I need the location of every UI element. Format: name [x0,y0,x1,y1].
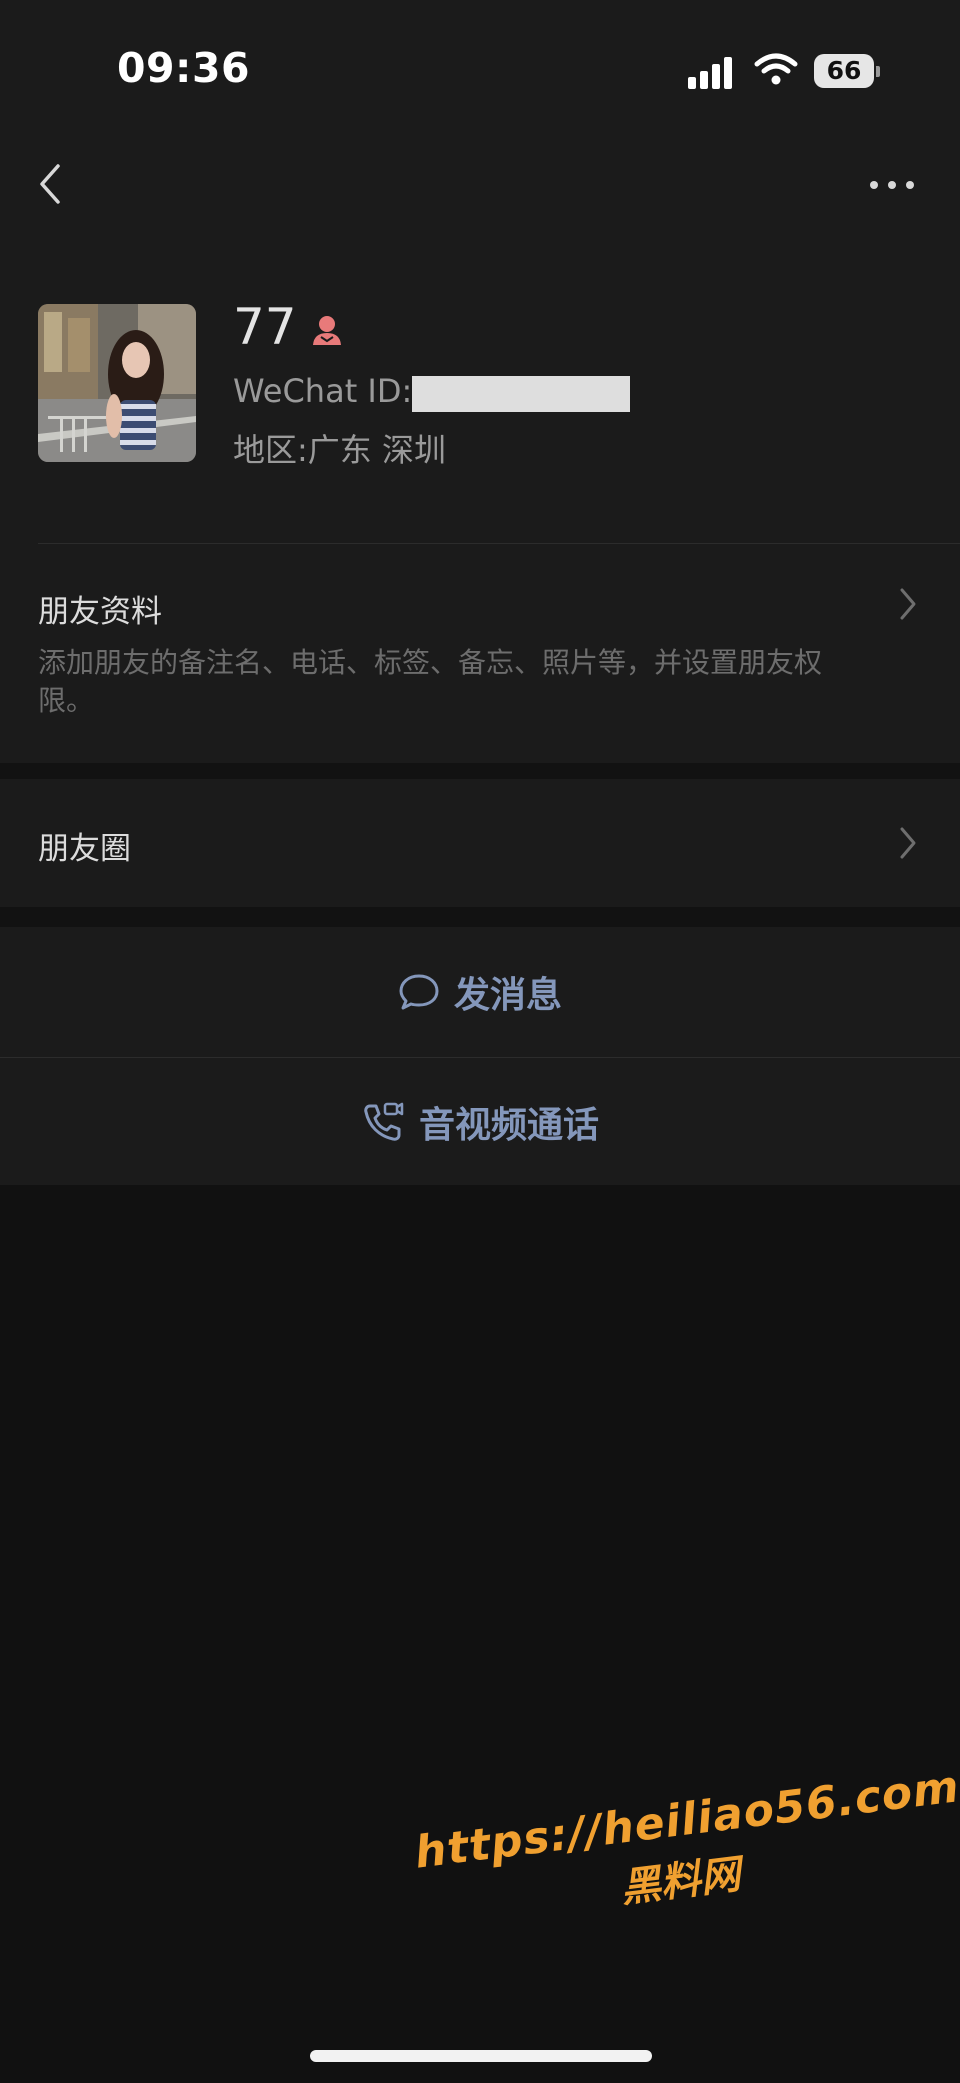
home-indicator[interactable] [310,2050,652,2062]
battery-icon: 66 [814,54,874,88]
signal-icon [688,55,736,89]
send-message-label: 发消息 [453,975,562,1016]
friend-info-title: 朋友资料 [38,594,162,630]
more-dots-icon[interactable] [866,170,918,200]
battery-tip [876,66,880,77]
chevron-right-icon [900,588,916,620]
section-gap [0,907,960,927]
region-text: 地区:广东 深圳 [233,431,446,469]
moments-title: 朋友圈 [38,831,131,867]
phone-video-icon [364,1102,404,1141]
status-time: 09:36 [117,44,251,92]
send-message-button[interactable]: 发消息 [0,927,960,1057]
av-call-button[interactable]: 音视频通话 [0,1058,960,1185]
av-call-label: 音视频通话 [418,1104,599,1146]
wechat-id-label: WeChat ID: [233,372,413,410]
chevron-left-icon[interactable] [30,158,74,210]
female-icon [313,316,341,345]
chat-bubble-icon [399,974,439,1010]
watermark: https://heiliao56.com 黑料网 [412,1761,960,1939]
moments-row[interactable]: 朋友圈 [0,779,960,907]
wechat-id-redacted [412,376,630,412]
section-gap [0,763,960,779]
friend-info-description: 添加朋友的备注名、电话、标签、备忘、照片等，并设置朋友权限。 [38,646,823,717]
nickname: 77 [233,298,297,356]
avatar[interactable] [38,304,196,462]
wifi-icon [754,53,798,85]
chevron-right-icon [900,827,916,859]
